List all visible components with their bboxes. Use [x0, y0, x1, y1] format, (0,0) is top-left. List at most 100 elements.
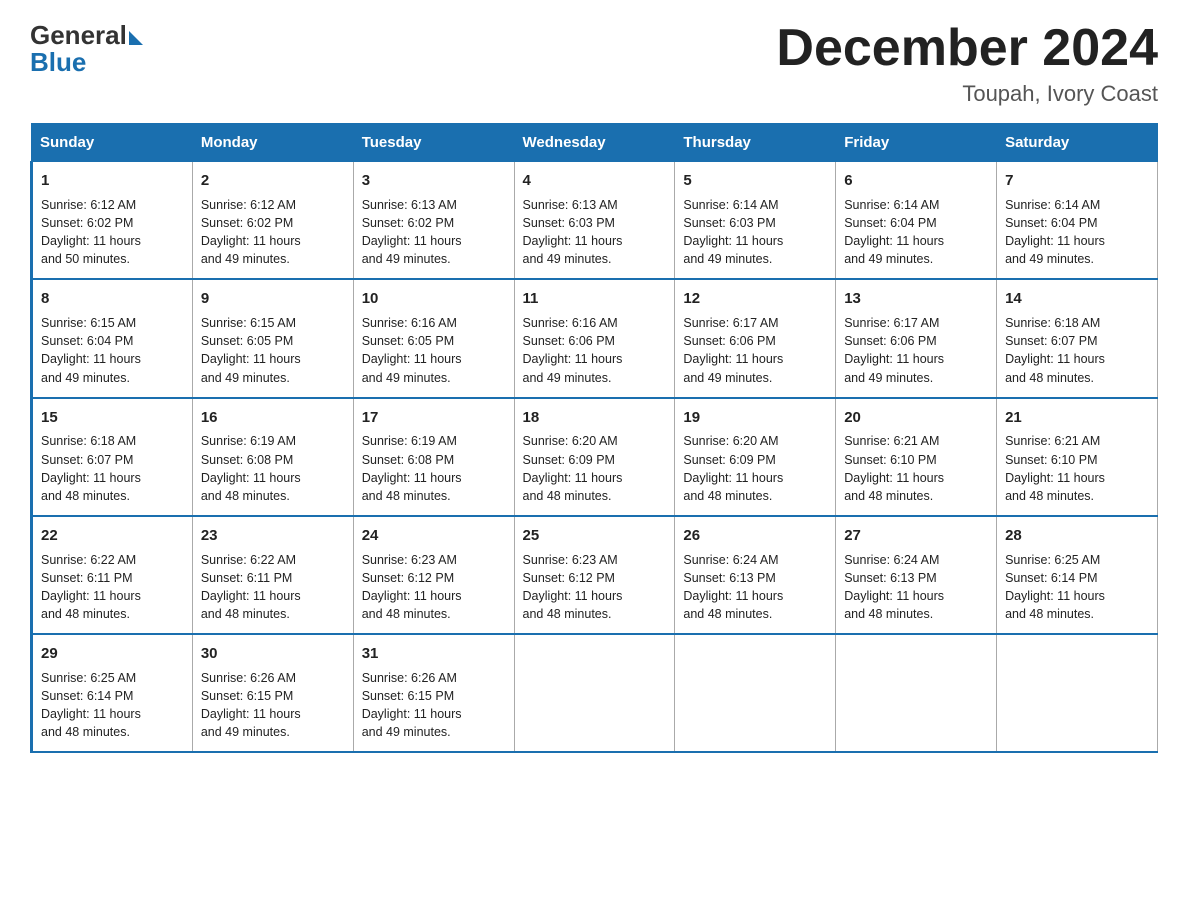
calendar-day-cell: 2 Sunrise: 6:12 AMSunset: 6:02 PMDaylight… — [192, 162, 353, 280]
calendar-week-row: 15 Sunrise: 6:18 AMSunset: 6:07 PMDayligh… — [32, 398, 1158, 516]
day-number: 17 — [362, 407, 506, 429]
day-info: Sunrise: 6:26 AMSunset: 6:15 PMDaylight:… — [201, 671, 301, 739]
page-header: General Blue December 2024 Toupah, Ivory… — [30, 20, 1158, 107]
calendar-day-cell: 13 Sunrise: 6:17 AMSunset: 6:06 PMDayligh… — [836, 279, 997, 397]
header-tuesday: Tuesday — [353, 124, 514, 162]
logo-arrow-icon — [129, 31, 143, 45]
calendar-week-row: 8 Sunrise: 6:15 AMSunset: 6:04 PMDaylight… — [32, 279, 1158, 397]
header-friday: Friday — [836, 124, 997, 162]
calendar-day-cell: 26Sunrise: 6:24 AMSunset: 6:13 PMDayligh… — [675, 516, 836, 634]
calendar-day-cell — [997, 634, 1158, 752]
day-number: 27 — [844, 525, 988, 547]
day-info: Sunrise: 6:17 AMSunset: 6:06 PMDaylight:… — [683, 316, 783, 384]
calendar-day-cell: 16 Sunrise: 6:19 AMSunset: 6:08 PMDayligh… — [192, 398, 353, 516]
calendar-day-cell: 22 Sunrise: 6:22 AMSunset: 6:11 PMDayligh… — [32, 516, 193, 634]
day-info: Sunrise: 6:14 AMSunset: 6:03 PMDaylight:… — [683, 198, 783, 266]
day-number: 12 — [683, 288, 827, 310]
header-thursday: Thursday — [675, 124, 836, 162]
day-info: Sunrise: 6:21 AMSunset: 6:10 PMDaylight:… — [1005, 434, 1105, 502]
calendar-day-cell: 29 Sunrise: 6:25 AMSunset: 6:14 PMDayligh… — [32, 634, 193, 752]
calendar-day-cell: 7 Sunrise: 6:14 AMSunset: 6:04 PMDaylight… — [997, 162, 1158, 280]
calendar-day-cell: 31Sunrise: 6:26 AMSunset: 6:15 PMDayligh… — [353, 634, 514, 752]
day-number: 25 — [523, 525, 667, 547]
day-number: 28 — [1005, 525, 1149, 547]
calendar-week-row: 1 Sunrise: 6:12 AMSunset: 6:02 PMDaylight… — [32, 162, 1158, 280]
header-wednesday: Wednesday — [514, 124, 675, 162]
day-info: Sunrise: 6:16 AMSunset: 6:05 PMDaylight:… — [362, 316, 462, 384]
calendar-day-cell: 28 Sunrise: 6:25 AMSunset: 6:14 PMDayligh… — [997, 516, 1158, 634]
day-info: Sunrise: 6:14 AMSunset: 6:04 PMDaylight:… — [844, 198, 944, 266]
day-info: Sunrise: 6:15 AMSunset: 6:05 PMDaylight:… — [201, 316, 301, 384]
location-subtitle: Toupah, Ivory Coast — [776, 81, 1158, 107]
day-info: Sunrise: 6:19 AMSunset: 6:08 PMDaylight:… — [201, 434, 301, 502]
day-number: 16 — [201, 407, 345, 429]
day-info: Sunrise: 6:14 AMSunset: 6:04 PMDaylight:… — [1005, 198, 1105, 266]
day-number: 1 — [41, 170, 184, 192]
month-title: December 2024 — [776, 20, 1158, 77]
day-number: 30 — [201, 643, 345, 665]
day-number: 9 — [201, 288, 345, 310]
day-info: Sunrise: 6:23 AMSunset: 6:12 PMDaylight:… — [523, 553, 623, 621]
calendar-day-cell: 23Sunrise: 6:22 AMSunset: 6:11 PMDayligh… — [192, 516, 353, 634]
calendar-day-cell: 11Sunrise: 6:16 AMSunset: 6:06 PMDayligh… — [514, 279, 675, 397]
calendar-week-row: 29 Sunrise: 6:25 AMSunset: 6:14 PMDayligh… — [32, 634, 1158, 752]
day-info: Sunrise: 6:22 AMSunset: 6:11 PMDaylight:… — [41, 553, 141, 621]
day-info: Sunrise: 6:25 AMSunset: 6:14 PMDaylight:… — [1005, 553, 1105, 621]
calendar-day-cell: 12 Sunrise: 6:17 AMSunset: 6:06 PMDayligh… — [675, 279, 836, 397]
calendar-day-cell: 3Sunrise: 6:13 AMSunset: 6:02 PMDaylight… — [353, 162, 514, 280]
calendar-day-cell: 15 Sunrise: 6:18 AMSunset: 6:07 PMDayligh… — [32, 398, 193, 516]
day-info: Sunrise: 6:12 AMSunset: 6:02 PMDaylight:… — [41, 198, 141, 266]
day-number: 31 — [362, 643, 506, 665]
calendar-table: Sunday Monday Tuesday Wednesday Thursday… — [30, 123, 1158, 753]
day-info: Sunrise: 6:12 AMSunset: 6:02 PMDaylight:… — [201, 198, 301, 266]
day-info: Sunrise: 6:25 AMSunset: 6:14 PMDaylight:… — [41, 671, 141, 739]
calendar-day-cell: 5 Sunrise: 6:14 AMSunset: 6:03 PMDaylight… — [675, 162, 836, 280]
day-number: 29 — [41, 643, 184, 665]
calendar-day-cell: 27 Sunrise: 6:24 AMSunset: 6:13 PMDayligh… — [836, 516, 997, 634]
day-info: Sunrise: 6:18 AMSunset: 6:07 PMDaylight:… — [41, 434, 141, 502]
title-area: December 2024 Toupah, Ivory Coast — [776, 20, 1158, 107]
calendar-day-cell — [836, 634, 997, 752]
day-number: 2 — [201, 170, 345, 192]
day-number: 6 — [844, 170, 988, 192]
day-number: 13 — [844, 288, 988, 310]
day-number: 24 — [362, 525, 506, 547]
header-monday: Monday — [192, 124, 353, 162]
day-number: 8 — [41, 288, 184, 310]
calendar-day-cell: 20Sunrise: 6:21 AMSunset: 6:10 PMDayligh… — [836, 398, 997, 516]
day-number: 3 — [362, 170, 506, 192]
calendar-day-cell: 30 Sunrise: 6:26 AMSunset: 6:15 PMDayligh… — [192, 634, 353, 752]
calendar-day-cell: 18 Sunrise: 6:20 AMSunset: 6:09 PMDayligh… — [514, 398, 675, 516]
day-number: 15 — [41, 407, 184, 429]
day-number: 7 — [1005, 170, 1149, 192]
day-info: Sunrise: 6:13 AMSunset: 6:03 PMDaylight:… — [523, 198, 623, 266]
calendar-day-cell: 21 Sunrise: 6:21 AMSunset: 6:10 PMDayligh… — [997, 398, 1158, 516]
day-number: 23 — [201, 525, 345, 547]
calendar-day-cell: 10 Sunrise: 6:16 AMSunset: 6:05 PMDayligh… — [353, 279, 514, 397]
calendar-day-cell: 9 Sunrise: 6:15 AMSunset: 6:05 PMDaylight… — [192, 279, 353, 397]
day-info: Sunrise: 6:17 AMSunset: 6:06 PMDaylight:… — [844, 316, 944, 384]
day-number: 21 — [1005, 407, 1149, 429]
calendar-day-cell: 17Sunrise: 6:19 AMSunset: 6:08 PMDayligh… — [353, 398, 514, 516]
day-info: Sunrise: 6:15 AMSunset: 6:04 PMDaylight:… — [41, 316, 141, 384]
calendar-week-row: 22 Sunrise: 6:22 AMSunset: 6:11 PMDayligh… — [32, 516, 1158, 634]
day-info: Sunrise: 6:24 AMSunset: 6:13 PMDaylight:… — [844, 553, 944, 621]
day-number: 18 — [523, 407, 667, 429]
day-number: 22 — [41, 525, 184, 547]
day-info: Sunrise: 6:24 AMSunset: 6:13 PMDaylight:… — [683, 553, 783, 621]
header-saturday: Saturday — [997, 124, 1158, 162]
header-sunday: Sunday — [32, 124, 193, 162]
calendar-day-cell: 19Sunrise: 6:20 AMSunset: 6:09 PMDayligh… — [675, 398, 836, 516]
day-number: 10 — [362, 288, 506, 310]
calendar-day-cell: 24Sunrise: 6:23 AMSunset: 6:12 PMDayligh… — [353, 516, 514, 634]
day-info: Sunrise: 6:20 AMSunset: 6:09 PMDaylight:… — [683, 434, 783, 502]
calendar-day-cell — [675, 634, 836, 752]
calendar-header-row: Sunday Monday Tuesday Wednesday Thursday… — [32, 124, 1158, 162]
calendar-day-cell: 14Sunrise: 6:18 AMSunset: 6:07 PMDayligh… — [997, 279, 1158, 397]
calendar-day-cell — [514, 634, 675, 752]
logo: General Blue — [30, 20, 143, 78]
day-number: 4 — [523, 170, 667, 192]
day-number: 14 — [1005, 288, 1149, 310]
day-info: Sunrise: 6:20 AMSunset: 6:09 PMDaylight:… — [523, 434, 623, 502]
day-number: 5 — [683, 170, 827, 192]
